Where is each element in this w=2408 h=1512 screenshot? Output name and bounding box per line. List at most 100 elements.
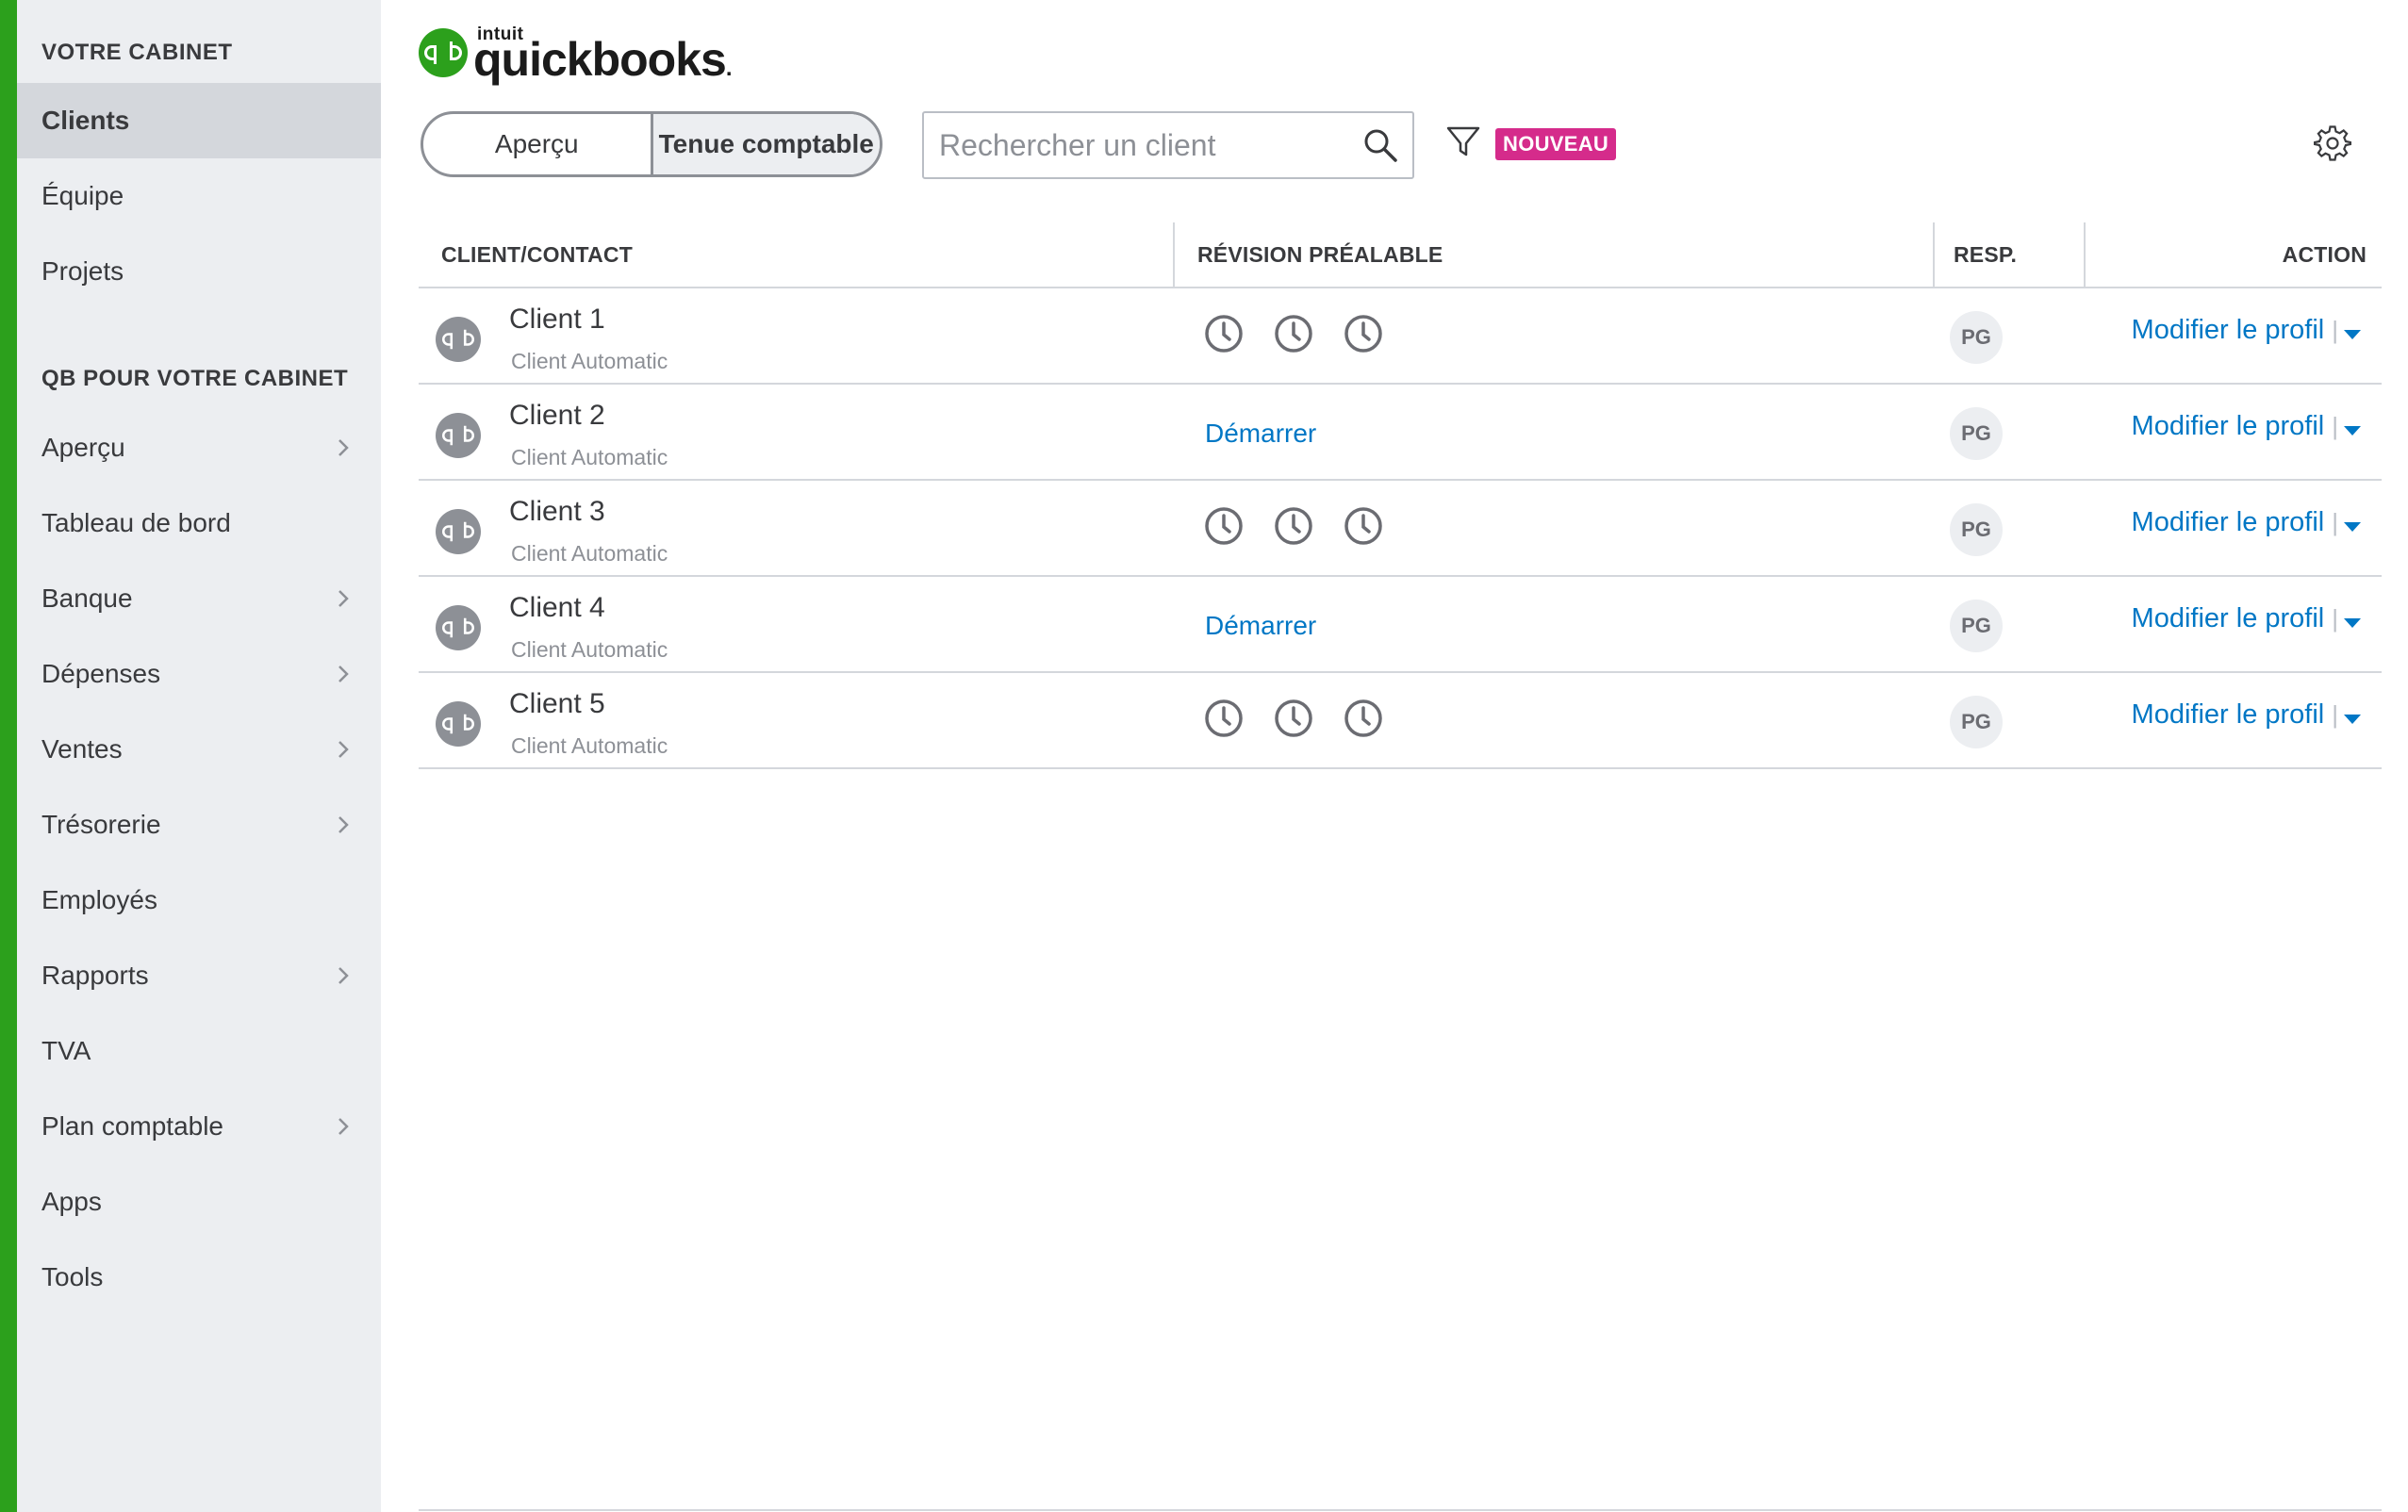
clock-icon[interactable] [1203, 505, 1245, 551]
row-action: Modifier le profil | [2132, 411, 2361, 442]
review-status [1203, 313, 1384, 359]
view-toggle: Aperçu Tenue comptable [421, 111, 882, 177]
client-avatar-qb-icon [436, 605, 481, 650]
logo-wordmark: intuit quickbooks. [473, 25, 732, 86]
sidebar-item-tva[interactable]: TVA [17, 1013, 381, 1089]
sidebar-section-title: VOTRE CABINET [41, 40, 233, 65]
clock-icon[interactable] [1343, 698, 1384, 744]
sidebar-item-rapports[interactable]: Rapports [17, 938, 381, 1013]
start-review-link[interactable]: Démarrer [1205, 611, 1316, 641]
toggle-tenue-comptable[interactable]: Tenue comptable [650, 114, 880, 174]
sidebar-item-label: Banque [41, 583, 133, 613]
column-header-revision[interactable]: RÉVISION PRÉALABLE [1197, 222, 1443, 287]
sidebar-section-title: QB POUR VOTRE CABINET [41, 366, 349, 391]
sidebar-item-equipe[interactable]: Équipe [17, 158, 381, 234]
sidebar-item-label: Apps [41, 1187, 102, 1216]
caret-down-icon[interactable] [2344, 617, 2361, 628]
sidebar-item-apps[interactable]: Apps [17, 1164, 381, 1240]
sidebar-item-apercu[interactable]: Aperçu [17, 410, 381, 485]
clock-icon[interactable] [1203, 698, 1245, 744]
main-content: intuit quickbooks. Aperçu Tenue comptabl… [381, 0, 2408, 1512]
sidebar-item-clients[interactable]: Clients [17, 83, 381, 158]
sidebar-item-label: Projets [41, 256, 124, 286]
column-header-client[interactable]: CLIENT/CONTACT [441, 222, 633, 287]
client-avatar-qb-icon [436, 701, 481, 747]
action-separator: | [2332, 604, 2338, 633]
resp-avatar[interactable]: PG [1950, 696, 2003, 748]
quickbooks-logo[interactable]: intuit quickbooks. [419, 25, 732, 86]
client-avatar-qb-icon [436, 509, 481, 554]
client-subtitle: Client Automatic [511, 541, 668, 566]
caret-down-icon[interactable] [2344, 425, 2361, 436]
sidebar-item-projets[interactable]: Projets [17, 234, 381, 309]
sidebar-item-label: Ventes [41, 734, 123, 764]
sidebar-item-depenses[interactable]: Dépenses [17, 636, 381, 712]
clock-icon[interactable] [1203, 313, 1245, 359]
client-name-link[interactable]: Client 1 [509, 304, 605, 336]
caret-down-icon[interactable] [2344, 329, 2361, 339]
sidebar-item-employes[interactable]: Employés [17, 863, 381, 938]
sidebar-item-banque[interactable]: Banque [17, 561, 381, 636]
qb-logo-icon [419, 28, 468, 77]
client-name-link[interactable]: Client 2 [509, 400, 605, 432]
sidebar-item-ventes[interactable]: Ventes [17, 712, 381, 787]
table-bottom-divider [419, 1509, 2382, 1511]
row-action: Modifier le profil | [2132, 315, 2361, 346]
resp-avatar[interactable]: PG [1950, 311, 2003, 364]
action-separator: | [2332, 700, 2338, 729]
column-divider [1173, 222, 1175, 287]
clock-icon[interactable] [1273, 505, 1314, 551]
table-row: Client 5 Client Automatic PG Modifier le pr… [419, 673, 2382, 769]
resp-avatar[interactable]: PG [1950, 407, 2003, 460]
clock-icon[interactable] [1273, 313, 1314, 359]
review-status [1203, 698, 1384, 744]
clients-table: CLIENT/CONTACT RÉVISION PRÉALABLE RESP. … [419, 222, 2382, 769]
edit-profile-link[interactable]: Modifier le profil [2132, 603, 2325, 634]
sidebar-item-tools[interactable]: Tools [17, 1240, 381, 1315]
table-row: Client 2 Client Automatic Démarrer PG Modifi… [419, 385, 2382, 481]
edit-profile-link[interactable]: Modifier le profil [2132, 411, 2325, 442]
column-header-resp[interactable]: RESP. [1954, 222, 2017, 287]
caret-down-icon[interactable] [2344, 714, 2361, 724]
sidebar: VOTRE CABINET Clients Équipe Projets QB … [17, 0, 381, 1512]
resp-avatar[interactable]: PG [1950, 503, 2003, 556]
client-name-link[interactable]: Client 4 [509, 592, 605, 624]
clock-icon[interactable] [1273, 698, 1314, 744]
edit-profile-link[interactable]: Modifier le profil [2132, 315, 2325, 346]
sidebar-item-label: Tableau de bord [41, 508, 231, 537]
sidebar-item-label: Équipe [41, 181, 124, 210]
start-review-link[interactable]: Démarrer [1205, 419, 1316, 449]
resp-avatar[interactable]: PG [1950, 600, 2003, 652]
search-input[interactable] [924, 116, 1356, 174]
chevron-right-icon [332, 436, 355, 459]
sidebar-item-label: TVA [41, 1036, 91, 1065]
review-status [1203, 505, 1384, 551]
sidebar-item-tresorerie[interactable]: Trésorerie [17, 787, 381, 863]
search-icon[interactable] [1361, 126, 1399, 169]
gear-icon[interactable] [2313, 124, 2352, 167]
new-badge: NOUVEAU [1495, 128, 1617, 160]
sidebar-item-label: Plan comptable [41, 1111, 224, 1141]
clock-icon[interactable] [1343, 505, 1384, 551]
chevron-right-icon [332, 964, 355, 987]
action-separator: | [2332, 508, 2338, 536]
table-row: Client 3 Client Automatic PG Modifier le pr… [419, 481, 2382, 577]
client-name-link[interactable]: Client 5 [509, 688, 605, 720]
client-name-link[interactable]: Client 3 [509, 496, 605, 528]
chevron-right-icon [332, 738, 355, 761]
filter-icon[interactable] [1444, 123, 1482, 165]
sidebar-item-plan-comptable[interactable]: Plan comptable [17, 1089, 381, 1164]
toggle-apercu[interactable]: Aperçu [423, 114, 651, 174]
sidebar-item-label: Employés [41, 885, 157, 914]
sidebar-item-tableau-de-bord[interactable]: Tableau de bord [17, 485, 381, 561]
sidebar-item-label: Trésorerie [41, 810, 161, 839]
clock-icon[interactable] [1343, 313, 1384, 359]
client-avatar-qb-icon [436, 413, 481, 458]
edit-profile-link[interactable]: Modifier le profil [2132, 507, 2325, 538]
client-subtitle: Client Automatic [511, 349, 668, 373]
edit-profile-link[interactable]: Modifier le profil [2132, 699, 2325, 731]
client-subtitle: Client Automatic [511, 733, 668, 758]
caret-down-icon[interactable] [2344, 521, 2361, 532]
sidebar-item-label: Tools [41, 1262, 104, 1291]
chevron-right-icon [332, 814, 355, 836]
